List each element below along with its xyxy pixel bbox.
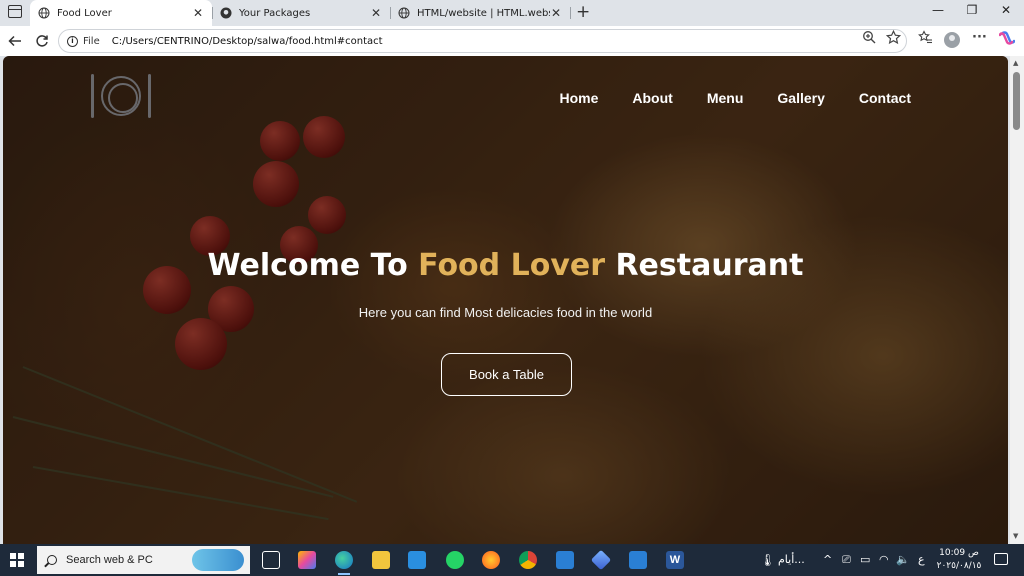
clock-time: 10:09 ص	[939, 548, 979, 558]
nav-gallery[interactable]: Gallery	[777, 90, 824, 106]
store-icon[interactable]	[408, 551, 426, 569]
globe-icon	[38, 7, 50, 19]
profile-avatar[interactable]	[944, 32, 960, 48]
show-hidden-icons[interactable]: ^	[823, 553, 832, 566]
vscode-icon[interactable]	[629, 551, 647, 569]
scroll-up-icon[interactable]: ▲	[1013, 59, 1018, 67]
site-info-icon[interactable]: i	[67, 35, 78, 47]
file-explorer-icon[interactable]	[372, 551, 390, 569]
globe-icon	[398, 7, 410, 19]
tab-food-lover[interactable]: Food Lover ✕	[30, 0, 212, 26]
scroll-down-icon[interactable]: ▼	[1013, 532, 1018, 540]
tab-your-packages[interactable]: Your Packages ✕	[212, 0, 390, 26]
browser-tab-strip: Food Lover ✕ Your Packages ✕ HTML/websit…	[0, 0, 1024, 26]
app-icon[interactable]	[590, 549, 612, 571]
chrome-icon[interactable]	[519, 551, 537, 569]
search-icon	[47, 555, 57, 565]
tab-title: HTML/website | HTML.website	[417, 7, 550, 19]
tab-html-website[interactable]: HTML/website | HTML.website ✕	[390, 0, 570, 26]
edge-icon[interactable]	[335, 551, 353, 575]
minimize-button[interactable]: —	[921, 3, 955, 17]
more-options-icon[interactable]: ···	[972, 30, 987, 45]
word-icon[interactable]: W	[666, 551, 684, 569]
weather-icon[interactable]: 🌡	[760, 553, 775, 567]
hero-title-brand: Food Lover	[418, 248, 606, 283]
refresh-icon[interactable]	[33, 32, 51, 50]
clock-date: ٢٠٢٥/٠٨/١٥	[936, 561, 982, 571]
scheme-label: File	[83, 35, 100, 47]
back-icon[interactable]	[6, 32, 24, 50]
new-tab-button[interactable]: +	[576, 2, 590, 22]
windows-taskbar: Search web & PC W 🌡 أيام... ^ ⎚ ▭ ◠ 🔈 ع …	[0, 544, 1024, 576]
nav-menu[interactable]: Menu	[707, 90, 744, 106]
taskbar-search[interactable]: Search web & PC	[37, 546, 250, 574]
maximize-button[interactable]: ❐	[955, 3, 989, 17]
copilot-icon[interactable]	[998, 30, 1016, 50]
whatsapp-icon[interactable]	[446, 551, 464, 569]
weather-text[interactable]: أيام...	[778, 553, 805, 566]
tab-title: Your Packages	[239, 7, 311, 19]
tab-actions-icon[interactable]	[8, 5, 22, 18]
notifications-icon[interactable]	[994, 553, 1008, 565]
battery-icon[interactable]: ▭	[860, 553, 870, 566]
hero-title-start: Welcome To	[207, 248, 419, 283]
tab-divider	[570, 7, 571, 19]
favorites-icon[interactable]	[918, 30, 933, 49]
nav-home[interactable]: Home	[559, 90, 598, 106]
close-tab-icon[interactable]: ✕	[192, 6, 204, 20]
wifi-icon[interactable]: ◠	[879, 553, 889, 566]
plate-icon	[101, 76, 141, 116]
hero-title-end: Restaurant	[605, 248, 804, 283]
firefox-icon[interactable]	[482, 551, 500, 569]
hero-overlay	[3, 56, 1008, 544]
main-nav: Home About Menu Gallery Contact	[559, 90, 911, 106]
system-clock[interactable]: 10:09 ص ٢٠٢٥/٠٨/١٥	[936, 547, 982, 573]
book-table-button[interactable]: Book a Table	[441, 353, 572, 396]
github-icon	[220, 7, 232, 19]
language-indicator[interactable]: ع	[918, 553, 925, 566]
hero-subtitle: Here you can find Most delicacies food i…	[358, 305, 653, 320]
restaurant-logo[interactable]	[87, 74, 153, 124]
zoom-icon[interactable]	[862, 30, 876, 48]
fork-icon	[91, 74, 94, 118]
close-window-button[interactable]: ✕	[989, 3, 1023, 17]
meet-now-icon[interactable]: ⎚	[842, 553, 851, 567]
nav-about[interactable]: About	[632, 90, 672, 106]
nav-contact[interactable]: Contact	[859, 90, 911, 106]
browser-toolbar: i File C:/Users/CENTRINO/Desktop/salwa/f…	[0, 26, 1024, 56]
url-text[interactable]: C:/Users/CENTRINO/Desktop/salwa/food.htm…	[112, 36, 383, 47]
hero-section: Home About Menu Gallery Contact Welcome …	[3, 56, 1008, 544]
close-tab-icon[interactable]: ✕	[370, 6, 382, 20]
search-placeholder: Search web & PC	[66, 554, 153, 566]
copilot-app-icon[interactable]	[298, 551, 316, 569]
vscode-icon[interactable]	[556, 551, 574, 569]
task-view-icon[interactable]	[262, 551, 280, 569]
volume-icon[interactable]: 🔈	[896, 553, 910, 566]
favorite-star-icon[interactable]	[885, 29, 902, 49]
knife-icon	[148, 74, 151, 118]
start-button[interactable]	[10, 553, 24, 567]
tab-title: Food Lover	[57, 7, 112, 19]
address-bar[interactable]: i File C:/Users/CENTRINO/Desktop/salwa/f…	[58, 29, 907, 53]
search-highlight-image	[192, 549, 244, 571]
close-tab-icon[interactable]: ✕	[550, 6, 562, 20]
page-scrollbar[interactable]: ▲ ▼	[1010, 56, 1024, 544]
scrollbar-thumb[interactable]	[1013, 72, 1020, 130]
hero-title: Welcome To Food Lover Restaurant	[3, 248, 1008, 283]
